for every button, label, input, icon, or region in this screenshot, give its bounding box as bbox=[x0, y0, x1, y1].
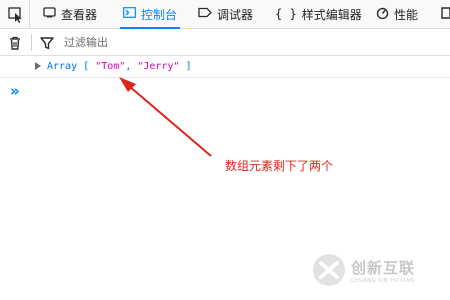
console-output-text[interactable]: Array [ "Tom", "Jerry" ] bbox=[47, 61, 192, 72]
tab-inspector-label: 查看器 bbox=[61, 7, 98, 22]
array-item: "Jerry" bbox=[137, 61, 180, 72]
debugger-icon bbox=[198, 7, 212, 21]
tab-style-editor-label: 样式编辑器 bbox=[301, 7, 362, 22]
element-picker-button[interactable] bbox=[0, 0, 30, 28]
console-prompt[interactable]: » bbox=[10, 82, 20, 100]
tab-console-label: 控制台 bbox=[141, 7, 178, 22]
trash-icon bbox=[10, 36, 20, 50]
object-type: Array bbox=[47, 61, 78, 72]
watermark: 创新互联 CHUANG XIN HU LIAN bbox=[311, 252, 415, 288]
expand-arrow-icon[interactable] bbox=[35, 62, 41, 70]
console-filter-bar bbox=[0, 29, 450, 56]
array-item: "Tom" bbox=[95, 61, 126, 72]
filter-divider bbox=[31, 34, 32, 51]
watermark-text: 创新互联 bbox=[351, 258, 416, 277]
console-icon bbox=[123, 7, 136, 21]
open-bracket: [ bbox=[83, 61, 90, 72]
clear-console-button[interactable] bbox=[6, 34, 24, 52]
tab-performance[interactable]: 性能 bbox=[376, 0, 418, 28]
watermark-subtext: CHUANG XIN HU LIAN bbox=[351, 277, 415, 284]
tab-overflow[interactable] bbox=[440, 0, 450, 28]
tab-performance-label: 性能 bbox=[394, 7, 419, 22]
tab-inspector[interactable]: 查看器 bbox=[43, 0, 97, 28]
close-bracket: ] bbox=[185, 61, 192, 72]
tab-style-editor[interactable]: { } 样式编辑器 bbox=[275, 0, 362, 28]
tab-console[interactable]: 控制台 bbox=[120, 0, 181, 29]
performance-icon bbox=[376, 7, 389, 22]
annotation-text: 数组元素剩下了两个 bbox=[225, 159, 334, 173]
watermark-logo-icon bbox=[313, 254, 345, 286]
style-editor-icon: { } bbox=[275, 7, 297, 21]
console-message: Array [ "Tom", "Jerry" ] bbox=[0, 56, 450, 78]
separator: , bbox=[125, 61, 132, 72]
element-picker-icon bbox=[8, 7, 22, 23]
memory-icon bbox=[440, 6, 450, 22]
tab-debugger-label: 调试器 bbox=[217, 7, 254, 22]
filter-output-input[interactable] bbox=[62, 33, 266, 53]
devtools-toolbar: 查看器 控制台 调试器 { } 样式编辑器 性能 bbox=[0, 0, 450, 29]
tab-debugger[interactable]: 调试器 bbox=[198, 0, 253, 28]
filter-icon bbox=[39, 35, 55, 51]
inspector-icon bbox=[43, 7, 56, 21]
